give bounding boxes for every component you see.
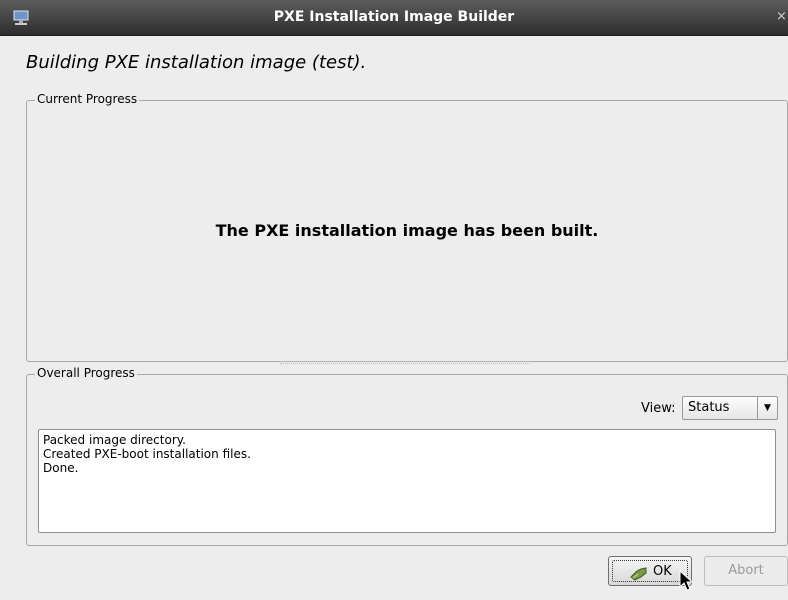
log-textarea[interactable]: Packed image directory. Created PXE-boot… bbox=[38, 429, 776, 533]
overall-progress-group: Overall Progress View: Status ▼ Packed i… bbox=[26, 366, 788, 546]
status-message: The PXE installation image has been buil… bbox=[215, 221, 599, 240]
view-select-value: Status bbox=[688, 400, 730, 415]
log-line: Created PXE-boot installation files. bbox=[43, 447, 251, 461]
mouse-pointer-icon bbox=[679, 570, 693, 591]
current-progress-legend: Current Progress bbox=[35, 92, 140, 106]
chevron-down-icon[interactable]: ▼ bbox=[757, 397, 777, 419]
close-icon[interactable]: × bbox=[776, 9, 788, 24]
view-label: View: bbox=[641, 401, 676, 416]
dialog-body: Building PXE installation image (test). … bbox=[12, 36, 788, 600]
title-bar[interactable]: PXE Installation Image Builder × bbox=[0, 0, 788, 36]
current-progress-group: Current Progress The PXE installation im… bbox=[26, 92, 788, 362]
overall-progress-legend: Overall Progress bbox=[35, 366, 137, 380]
log-line: Packed image directory. bbox=[43, 433, 186, 447]
page-title: Building PXE installation image (test). bbox=[26, 52, 367, 73]
pane-splitter[interactable] bbox=[280, 361, 530, 364]
focus-ring: OK bbox=[612, 560, 688, 582]
approve-icon bbox=[630, 567, 647, 581]
ok-button-label: OK bbox=[653, 564, 672, 579]
window-title: PXE Installation Image Builder bbox=[273, 9, 515, 25]
log-line: Done. bbox=[43, 461, 79, 475]
view-select[interactable]: Status ▼ bbox=[682, 396, 778, 420]
abort-button[interactable]: Abort bbox=[704, 556, 788, 586]
